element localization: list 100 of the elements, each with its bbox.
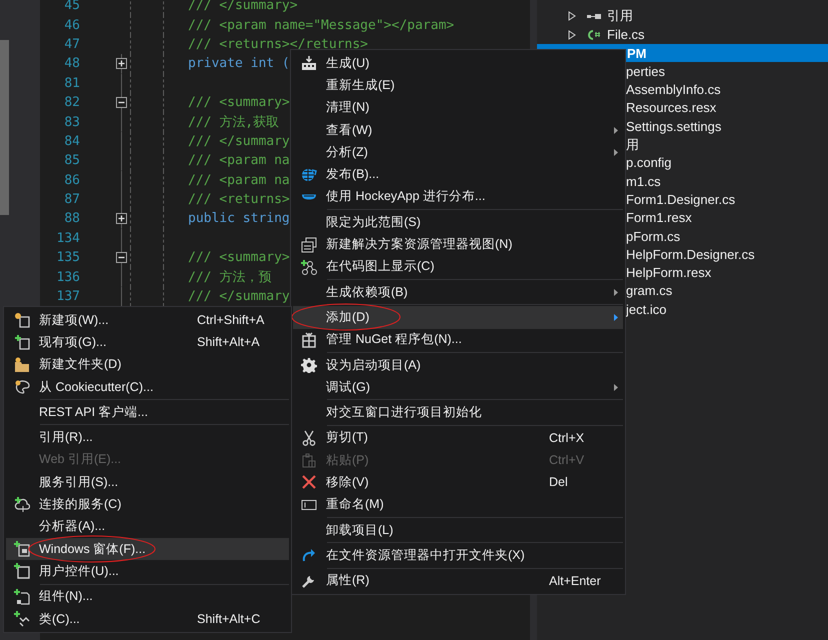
menu-item[interactable]: Windows 窗体(F)...	[6, 538, 289, 560]
shortcut-label: Del	[549, 475, 569, 490]
menu-item[interactable]: REST API 客户端...	[6, 401, 289, 424]
shortcut-label: Ctrl+Shift+A	[197, 313, 266, 328]
line-number: 136	[56, 270, 80, 285]
code-line: /// 方法，预	[188, 269, 272, 286]
menu-item[interactable]: 添加(D)	[293, 306, 623, 329]
square-plus-icon	[14, 563, 30, 580]
line-number: 45	[63, 0, 80, 14]
line-number: 135	[56, 250, 80, 266]
code-line: /// <param name="Message"></param>	[188, 18, 454, 33]
menu-item[interactable]: 查看(W)	[293, 118, 623, 142]
line-number: 46	[63, 18, 80, 33]
code-line: /// <summary>	[188, 95, 290, 110]
menu-item[interactable]: 使用 HockeyApp 进行分布...	[293, 186, 623, 208]
code-line: /// </summary	[188, 134, 290, 149]
code-line: /// <returns>	[188, 192, 290, 208]
new-file-icon	[14, 312, 30, 328]
shortcut-label: Alt+Enter	[549, 574, 602, 588]
tree-item[interactable]: 引用	[537, 7, 828, 26]
line-number: 85	[63, 153, 80, 168]
build-icon	[301, 55, 317, 72]
code-line: /// <returns></returns>	[188, 36, 368, 52]
menu-item[interactable]: 生成依赖项(B)	[293, 280, 623, 304]
menu-item[interactable]: 发布(B)...	[293, 163, 623, 186]
line-number: 81	[63, 76, 80, 91]
collapse-button[interactable]	[116, 97, 126, 108]
collapse-button[interactable]	[116, 252, 126, 264]
menu-item[interactable]: 连接的服务(C)	[6, 493, 289, 516]
line-number: 82	[63, 95, 80, 110]
expand-arrow-icon[interactable]	[568, 11, 576, 22]
menu-item[interactable]: 用户控件(U)...	[6, 560, 289, 583]
cross-icon	[301, 474, 317, 490]
class-plus-icon	[14, 611, 30, 627]
menu-item[interactable]: 分析器(A)...	[6, 516, 289, 538]
menu-item[interactable]: 限定为此范围(S)	[293, 211, 623, 234]
add-file-icon	[14, 334, 30, 350]
bowl-icon	[301, 194, 317, 200]
code-line: /// <param na	[188, 172, 290, 188]
line-number: 86	[63, 172, 80, 188]
expand-button[interactable]	[116, 213, 126, 224]
line-number: 83	[63, 114, 80, 130]
shortcut-label: Shift+Alt+C	[197, 612, 262, 626]
line-number: 137	[56, 289, 80, 304]
menu-item[interactable]: 调试(G)	[293, 376, 623, 398]
line-number: 47	[63, 36, 80, 52]
menu-item[interactable]: 服务引用(S)...	[6, 471, 289, 494]
shortcut-label: Ctrl+X	[549, 430, 586, 445]
menu-item[interactable]: 卸载项目(L)	[293, 518, 623, 542]
menu-item[interactable]: 重命名(M)	[293, 494, 623, 516]
shortcut-label: Ctrl+V	[549, 453, 586, 468]
windows-icon	[301, 236, 317, 253]
expand-arrow-icon[interactable]	[568, 30, 576, 40]
package-icon	[301, 332, 317, 348]
menu-item[interactable]: 对交互窗口进行项目初始化	[293, 401, 623, 424]
folder-icon	[14, 356, 30, 373]
settings-icon	[301, 357, 317, 373]
palette-icon	[14, 379, 30, 396]
line-number: 134	[56, 230, 80, 246]
curved-arrow-icon	[301, 547, 317, 564]
line-number: 84	[63, 134, 80, 149]
line-number: 88	[63, 211, 80, 226]
scissors-icon	[301, 430, 317, 446]
globe-icon	[301, 166, 317, 183]
scrollbar-thumb[interactable]	[0, 40, 9, 215]
menu-item[interactable]: 类(C)... Shift+Alt+C	[6, 608, 289, 630]
menu-item[interactable]: 新建项(W)... Ctrl+Shift+A	[6, 309, 289, 332]
expand-button[interactable]	[116, 58, 126, 70]
menu-item[interactable]: 引用(R)...	[6, 426, 289, 449]
menu-item[interactable]: 重新生成(E)	[293, 74, 623, 97]
menu-item[interactable]: 管理 NuGet 程序包(N)...	[293, 328, 623, 351]
window-plus-icon	[14, 541, 30, 558]
menu-item[interactable]: 现有项(G)... Shift+Alt+A	[6, 331, 289, 354]
code-line: /// </summary	[188, 289, 290, 304]
clipboard-icon	[301, 452, 317, 468]
tree-item[interactable]: File.cs	[537, 26, 828, 44]
menu-item[interactable]: 移除(V) Del	[293, 471, 623, 494]
menu-item[interactable]: 属性(R) Alt+Enter	[293, 570, 623, 592]
code-line: /// 方法,获取	[188, 114, 280, 132]
component-plus-icon	[14, 588, 30, 605]
line-number: 48	[63, 56, 80, 72]
cloud-plus-icon	[14, 496, 30, 513]
menu-item[interactable]: 组件(N)...	[6, 586, 289, 608]
code-line: /// <param na	[188, 153, 290, 168]
diagram-icon	[301, 258, 317, 275]
menu-item[interactable]: 剪切(T) Ctrl+X	[293, 426, 623, 450]
menu-item[interactable]: 在代码图上显示(C)	[293, 256, 623, 278]
code-line: private int (	[188, 56, 290, 72]
code-line: public string	[188, 211, 290, 226]
menu-item[interactable]: 在文件资源管理器中打开文件夹(X)	[293, 544, 623, 567]
line-number: 87	[63, 192, 80, 208]
menu-item[interactable]: 从 Cookiecutter(C)...	[6, 376, 289, 398]
shortcut-label: Shift+Alt+A	[197, 335, 261, 350]
menu-item[interactable]: 清理(N)	[293, 96, 623, 119]
code-line: /// </summary>	[188, 0, 298, 14]
menu-item[interactable]: 分析(Z)	[293, 141, 623, 164]
menu-item[interactable]: 新建解决方案资源管理器视图(N)	[293, 233, 623, 256]
menu-item[interactable]: 新建文件夹(D)	[6, 354, 289, 376]
menu-item[interactable]: 设为启动项目(A)	[293, 354, 623, 376]
code-line: /// <summary>	[188, 250, 290, 266]
